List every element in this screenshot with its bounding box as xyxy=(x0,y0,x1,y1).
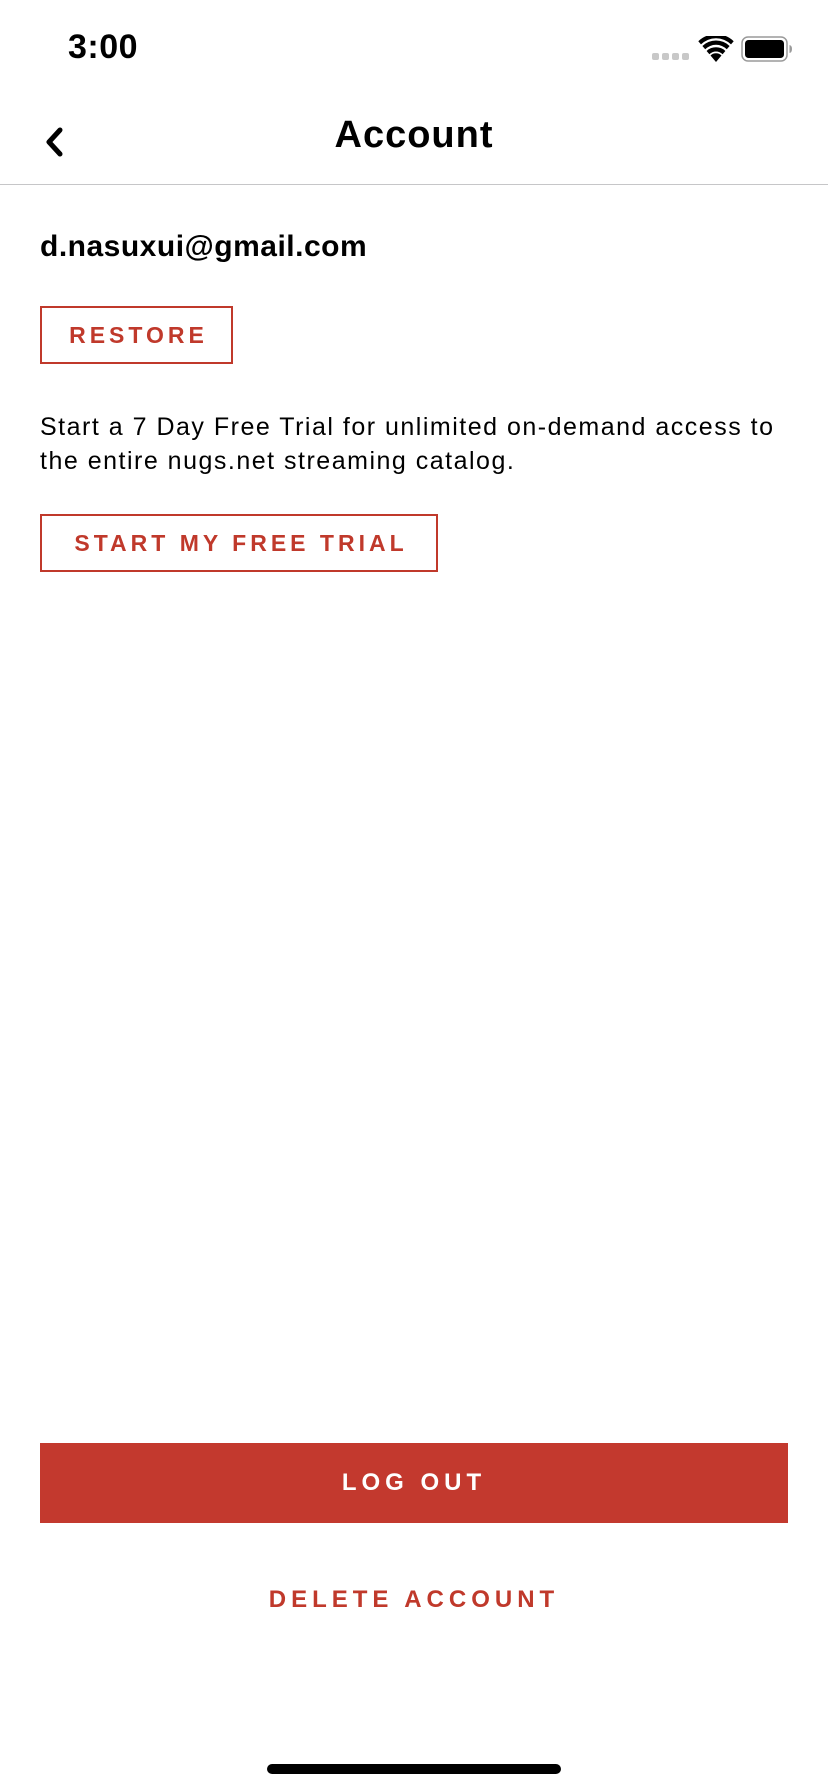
cellular-signal-icon xyxy=(652,53,689,60)
wifi-icon xyxy=(698,36,734,62)
start-free-trial-button[interactable]: START MY FREE TRIAL xyxy=(40,514,438,572)
delete-account-link[interactable]: DELETE ACCOUNT xyxy=(0,1586,828,1614)
account-email: d.nasuxui@gmail.com xyxy=(40,230,368,263)
restore-button[interactable]: RESTORE xyxy=(40,306,233,364)
status-bar: 3:00 xyxy=(0,0,828,100)
log-out-button[interactable]: LOG OUT xyxy=(40,1443,788,1523)
battery-icon xyxy=(741,36,792,62)
trial-description: Start a 7 Day Free Trial for unlimited o… xyxy=(40,413,775,475)
navigation-bar: Account xyxy=(0,100,828,185)
status-time: 3:00 xyxy=(68,28,139,66)
page-title: Account xyxy=(334,114,494,156)
home-indicator[interactable] xyxy=(267,1764,561,1774)
